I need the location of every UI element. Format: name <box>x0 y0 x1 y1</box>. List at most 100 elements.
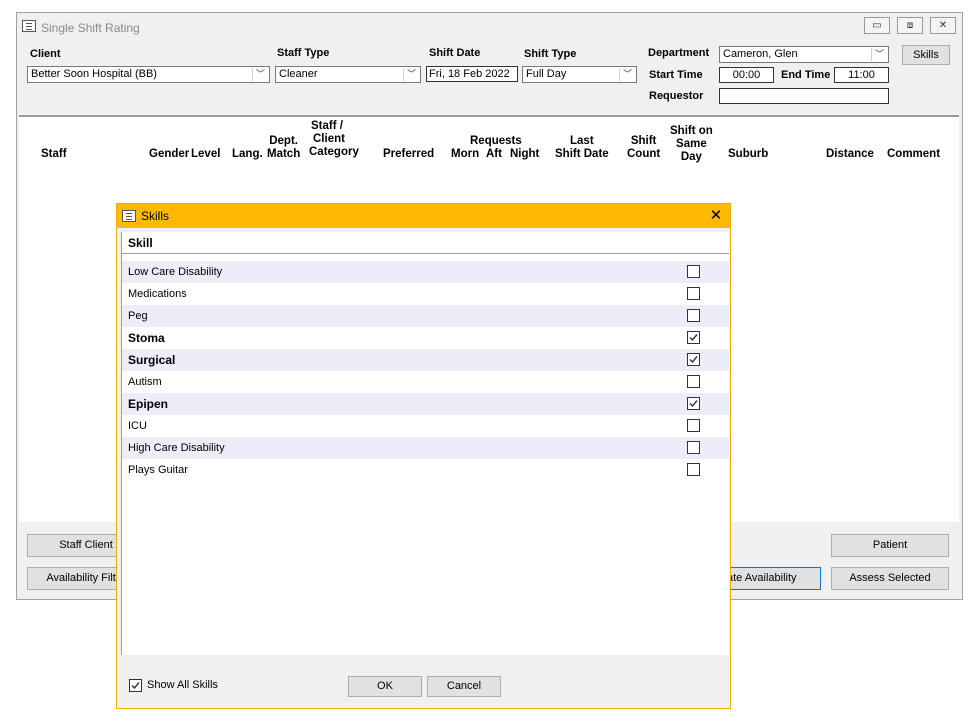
skill-row[interactable]: Low Care Disability <box>122 261 729 283</box>
col-staff[interactable]: Staff <box>41 148 67 161</box>
skill-checkbox[interactable] <box>687 375 700 388</box>
chevron-down-icon[interactable]: ﹀ <box>252 68 268 81</box>
col-lang[interactable]: Lang. <box>232 148 263 161</box>
col-morn[interactable]: Morn <box>451 148 479 161</box>
col-sameday-line2: Same <box>676 138 707 150</box>
skill-name: Peg <box>128 310 148 322</box>
ok-button[interactable]: OK <box>348 676 422 697</box>
staff-type-value: Cleaner <box>279 68 318 80</box>
shift-type-value: Full Day <box>526 68 567 80</box>
requestor-label: Requestor <box>649 90 704 102</box>
requestor-field[interactable] <box>719 88 889 104</box>
col-sameday-line3: Day <box>680 151 702 163</box>
col-count-line2: Count <box>627 148 661 160</box>
skill-name: Plays Guitar <box>128 464 188 476</box>
skill-checkbox[interactable] <box>687 287 700 300</box>
col-sameday-line1: Shift on <box>670 125 713 137</box>
skills-dialog-titlebar[interactable]: Skills ✕ <box>117 204 730 228</box>
skill-row[interactable]: Epipen <box>122 393 729 415</box>
close-icon[interactable]: ✕ <box>707 207 725 225</box>
show-all-skills-checkbox[interactable] <box>129 679 142 692</box>
skill-row[interactable]: Medications <box>122 283 729 305</box>
skill-name: Surgical <box>128 353 176 367</box>
col-category-line2: Client <box>313 133 345 145</box>
skill-name: Epipen <box>128 397 169 411</box>
skill-checkbox[interactable] <box>687 441 700 454</box>
col-last-line1: Last <box>570 135 594 147</box>
skill-row[interactable]: High Care Disability <box>122 437 729 459</box>
skill-name: High Care Disability <box>128 442 225 454</box>
patient-button[interactable]: Patient <box>831 534 949 557</box>
staff-type-combo[interactable]: Cleaner ﹀ <box>275 66 421 83</box>
col-last-line2: Shift Date <box>555 148 609 160</box>
col-dept-match-line1: Dept. <box>269 135 298 147</box>
skill-checkbox[interactable] <box>687 265 700 278</box>
skill-checkbox[interactable] <box>687 463 700 476</box>
client-label: Client <box>30 48 61 60</box>
col-staff-client-category[interactable]: Staff / Client Category <box>309 120 359 159</box>
checkmark-icon <box>689 334 698 342</box>
col-comment[interactable]: Comment <box>887 148 940 161</box>
client-combo[interactable]: Better Soon Hospital (BB) ﹀ <box>27 66 270 83</box>
checkmark-icon <box>131 682 140 690</box>
minimize-button[interactable]: ▭ <box>864 17 890 34</box>
skill-name: ICU <box>128 420 147 432</box>
skill-name: Stoma <box>128 331 165 345</box>
col-level[interactable]: Level <box>191 148 220 161</box>
shift-date-label: Shift Date <box>429 47 481 59</box>
skill-row[interactable]: Autism <box>122 371 729 393</box>
skill-row[interactable]: Plays Guitar <box>122 459 729 481</box>
shift-date-field[interactable]: Fri, 18 Feb 2022 <box>426 66 518 82</box>
chevron-down-icon[interactable]: ﹀ <box>403 68 419 81</box>
staff-type-label: Staff Type <box>277 47 330 59</box>
skill-row[interactable]: ICU <box>122 415 729 437</box>
shift-type-combo[interactable]: Full Day ﹀ <box>522 66 637 83</box>
col-shift-count[interactable]: Shift Count <box>627 135 660 161</box>
col-preferred[interactable]: Preferred <box>383 148 434 161</box>
skill-checkbox[interactable] <box>687 331 700 344</box>
end-time-label: End Time <box>781 69 831 81</box>
skill-row[interactable]: Peg <box>122 305 729 327</box>
skill-name: Low Care Disability <box>128 266 223 278</box>
col-last-shift-date[interactable]: Last Shift Date <box>555 135 609 161</box>
department-value: Cameron, Glen <box>723 48 798 60</box>
cancel-button[interactable]: Cancel <box>427 676 501 697</box>
checkmark-icon <box>689 356 698 364</box>
col-suburb[interactable]: Suburb <box>728 148 768 161</box>
skill-row[interactable]: Surgical <box>122 349 729 371</box>
show-all-skills-label[interactable]: Show All Skills <box>147 679 218 691</box>
start-time-field[interactable]: 00:00 <box>719 67 774 83</box>
col-category-line1: Staff / <box>311 120 343 132</box>
skill-name: Autism <box>128 376 162 388</box>
col-distance[interactable]: Distance <box>826 148 874 161</box>
maximize-button[interactable]: ⧈ <box>897 17 923 34</box>
update-availability-button[interactable]: ate Availability <box>717 567 821 590</box>
col-category-line3: Category <box>309 146 359 158</box>
skills-list[interactable]: Skill Low Care Disability Medications Peg S… <box>121 232 729 655</box>
chevron-down-icon[interactable]: ﹀ <box>871 48 887 61</box>
close-button[interactable]: ✕ <box>930 17 956 34</box>
skill-checkbox[interactable] <box>687 397 700 410</box>
department-combo[interactable]: Cameron, Glen ﹀ <box>719 46 889 63</box>
col-shift-on-same-day[interactable]: Shift on Same Day <box>670 125 713 164</box>
col-dept-match[interactable]: Dept. Match <box>267 135 300 161</box>
assess-selected-button[interactable]: Assess Selected <box>831 567 949 590</box>
skill-checkbox[interactable] <box>687 353 700 366</box>
col-gender[interactable]: Gender <box>149 148 189 161</box>
col-night[interactable]: Night <box>510 148 539 161</box>
end-time-field[interactable]: 11:00 <box>834 67 889 83</box>
skills-column-header[interactable]: Skill <box>122 232 729 254</box>
dialog-app-icon <box>122 210 136 222</box>
chevron-down-icon[interactable]: ﹀ <box>619 68 635 81</box>
start-time-label: Start Time <box>649 69 703 81</box>
skill-checkbox[interactable] <box>687 309 700 322</box>
col-requests[interactable]: Requests <box>470 135 522 148</box>
app-icon <box>22 20 36 32</box>
skill-header-label: Skill <box>128 236 153 250</box>
checkmark-icon <box>689 400 698 408</box>
skill-checkbox[interactable] <box>687 419 700 432</box>
skill-row[interactable]: Stoma <box>122 327 729 349</box>
window-titlebar[interactable]: Single Shift Rating ▭ ⧈ ✕ <box>17 13 962 41</box>
col-aft[interactable]: Aft <box>486 148 502 161</box>
skills-button[interactable]: Skills <box>902 45 950 65</box>
